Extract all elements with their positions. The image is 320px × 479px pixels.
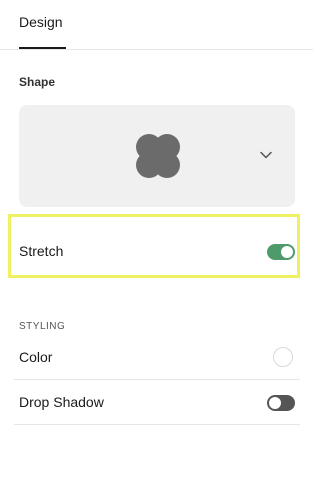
shape-picker[interactable] <box>19 105 295 207</box>
toggle-knob <box>281 246 293 258</box>
divider <box>14 379 300 380</box>
styling-section-label: STYLING <box>19 321 66 332</box>
stretch-toggle[interactable] <box>267 244 295 260</box>
chevron-down-icon[interactable] <box>260 151 272 159</box>
quatrefoil-shape-icon <box>136 134 180 178</box>
drop-shadow-label: Drop Shadow <box>19 394 104 410</box>
shape-label: Shape <box>19 75 56 89</box>
color-label: Color <box>19 349 53 365</box>
active-tab-indicator <box>19 47 66 49</box>
color-swatch[interactable] <box>273 347 293 367</box>
divider <box>14 424 300 425</box>
drop-shadow-toggle[interactable] <box>267 395 295 411</box>
stretch-label: Stretch <box>19 243 64 259</box>
stretch-row: Stretch <box>19 240 295 264</box>
tab-bar: Design <box>0 0 313 50</box>
drop-shadow-row: Drop Shadow <box>19 391 295 415</box>
color-row[interactable]: Color <box>19 346 295 370</box>
tab-design[interactable]: Design <box>19 14 63 30</box>
toggle-knob <box>269 397 281 409</box>
